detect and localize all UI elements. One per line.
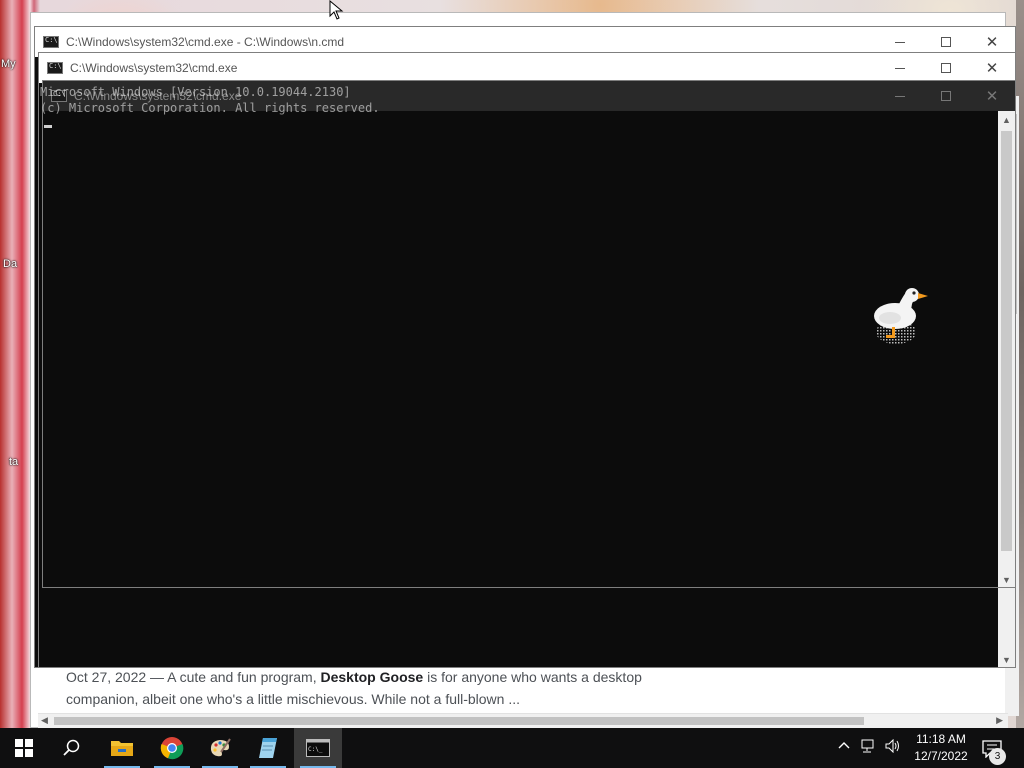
windows-logo-icon (15, 739, 33, 757)
taskbar-notepad[interactable] (244, 728, 292, 768)
network-icon[interactable] (861, 739, 877, 756)
notepad-icon (259, 738, 277, 758)
scroll-down-arrow-icon[interactable]: ▼ (1002, 575, 1011, 585)
search-button[interactable] (48, 728, 96, 768)
console-cursor (44, 125, 52, 128)
mouse-pointer-icon (329, 0, 344, 20)
scrollbar-thumb[interactable] (1001, 131, 1012, 551)
console-vertical-scrollbar[interactable]: ▲ ▼ (998, 111, 1015, 587)
terminal-icon: C:\_ (306, 739, 330, 757)
palette-icon (210, 738, 231, 757)
chrome-icon (160, 737, 184, 760)
snippet-date-text: Oct 27, 2022 — A cute and fun program, (66, 669, 321, 685)
minimize-button[interactable] (877, 53, 923, 83)
goose-icon[interactable] (868, 282, 934, 346)
volume-icon[interactable] (885, 738, 901, 756)
cmd-app-icon (43, 36, 59, 48)
taskbar-command-prompt[interactable]: C:\_ (294, 728, 342, 768)
taskbar-clock[interactable]: 11:18 AM 12/7/2022 (906, 731, 976, 765)
minimize-icon (895, 41, 905, 43)
scroll-right-arrow-icon[interactable]: ▶ (996, 715, 1003, 726)
close-icon: ✕ (985, 88, 999, 105)
clock-time: 11:18 AM (916, 732, 966, 746)
console-copyright-line: (c) Microsoft Corporation. All rights re… (40, 101, 380, 115)
close-button[interactable]: ✕ (969, 81, 1015, 111)
cmd-app-icon (47, 62, 63, 74)
svg-text:C:\_: C:\_ (308, 746, 323, 753)
scrollbar-thumb[interactable] (54, 717, 864, 725)
console-output: Microsoft Windows [Version 10.0.19044.21… (40, 84, 380, 116)
start-button[interactable] (0, 728, 48, 768)
maximize-icon (941, 37, 951, 47)
taskbar: C:\_ 11:18 AM 12/7/2022 (0, 728, 1024, 768)
clock-date: 12/7/2022 (914, 749, 968, 763)
browser-horizontal-scrollbar[interactable]: ◀ ▶ (38, 713, 1008, 728)
console-version-line: Microsoft Windows [Version 10.0.19044.21… (40, 85, 351, 99)
taskbar-chrome[interactable] (148, 728, 196, 768)
scroll-down-arrow-icon[interactable]: ▼ (1002, 655, 1011, 665)
taskbar-paint[interactable] (196, 728, 244, 768)
minimize-icon (895, 67, 905, 69)
minimize-icon (895, 95, 905, 97)
window-titlebar[interactable]: C:\Windows\system32\cmd.exe ✕ (39, 53, 1015, 83)
desktop-icon-label[interactable]: ta (9, 456, 18, 468)
maximize-button[interactable] (923, 81, 969, 111)
snippet-bold-term: Desktop Goose (320, 669, 424, 685)
scroll-up-arrow-icon[interactable]: ▲ (1002, 115, 1011, 125)
chevron-up-icon[interactable] (838, 739, 850, 755)
close-button[interactable]: ✕ (969, 53, 1015, 83)
window-title: C:\Windows\system32\cmd.exe (70, 61, 238, 75)
desktop-icon-label[interactable]: My (1, 58, 16, 70)
maximize-icon (941, 91, 951, 101)
search-icon (63, 739, 80, 756)
close-icon: ✕ (985, 60, 999, 77)
desktop-icon-label[interactable]: Da (3, 258, 17, 270)
minimize-button[interactable] (877, 81, 923, 111)
search-result-snippet: Oct 27, 2022 — A cute and fun program, D… (66, 666, 646, 710)
window-title: C:\Windows\system32\cmd.exe - C:\Windows… (66, 35, 345, 49)
maximize-button[interactable] (923, 53, 969, 83)
taskbar-file-explorer[interactable] (98, 728, 146, 768)
folder-icon (111, 741, 133, 756)
scroll-left-arrow-icon[interactable]: ◀ (41, 715, 48, 726)
maximize-icon (941, 63, 951, 73)
notification-count-badge: 3 (989, 748, 1006, 765)
close-icon: ✕ (985, 34, 999, 51)
